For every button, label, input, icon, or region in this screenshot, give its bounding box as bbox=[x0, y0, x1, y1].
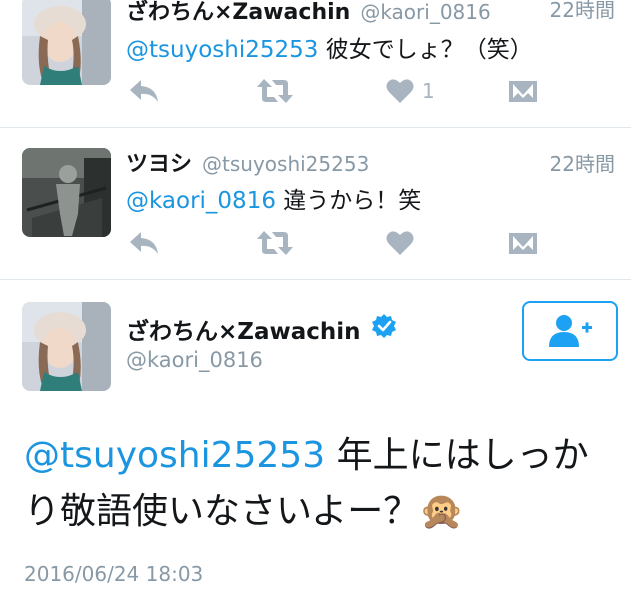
tweet-timestamp[interactable]: 2016/06/24 18:03 bbox=[24, 562, 203, 586]
user-name[interactable]: ざわちん×Zawachin bbox=[126, 312, 361, 346]
avatar-photo bbox=[22, 302, 111, 391]
main-tweet-text: @tsuyoshi25253 年上にはしっか り敬語使いなさいよー？🙊 bbox=[24, 428, 614, 540]
see-no-evil-monkey-emoji: 🙊 bbox=[419, 491, 465, 532]
user-handle[interactable]: @kaori_0816 bbox=[126, 348, 263, 372]
follow-button[interactable] bbox=[522, 301, 618, 361]
main-text-line-2: り敬語使いなさいよー？🙊 bbox=[24, 484, 614, 540]
main-tweet: ざわちん×Zawachin @kaori_0816 @tsuyoshi25253… bbox=[0, 0, 631, 609]
verified-badge-icon bbox=[371, 313, 397, 345]
mention-link[interactable]: @tsuyoshi25253 bbox=[24, 435, 325, 476]
add-user-icon bbox=[549, 315, 592, 347]
user-name-row[interactable]: ざわちん×Zawachin bbox=[126, 312, 397, 346]
avatar[interactable] bbox=[22, 302, 111, 391]
main-text-line-1: @tsuyoshi25253 年上にはしっか bbox=[24, 428, 614, 484]
tweet-body: 年上にはしっか bbox=[325, 435, 589, 476]
tweet-body-cont: り敬語使いなさいよー？ bbox=[24, 491, 420, 532]
